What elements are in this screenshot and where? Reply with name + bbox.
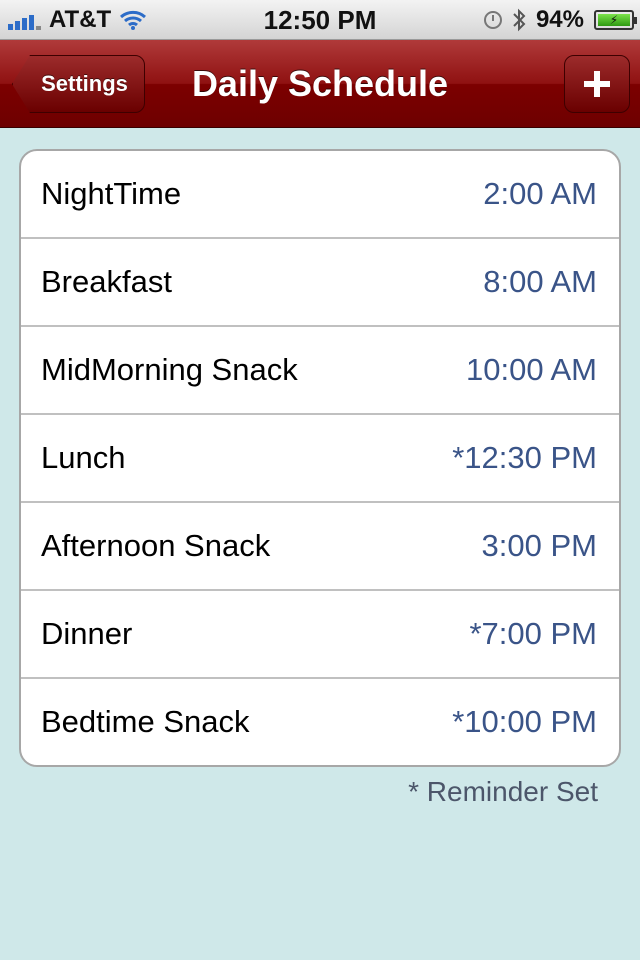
row-label: Dinner [41,616,133,651]
schedule-row-breakfast[interactable]: Breakfast 8:00 AM [21,239,619,327]
alarm-clock-icon [483,11,502,29]
row-label: Breakfast [41,264,172,299]
navigation-bar: Settings Daily Schedule [0,40,640,128]
add-button[interactable] [564,55,630,113]
schedule-row-nighttime[interactable]: NightTime 2:00 AM [21,151,619,239]
battery-percentage: 94% [535,6,584,33]
schedule-row-bedtime-snack[interactable]: Bedtime Snack *10:00 PM [21,679,619,765]
row-label: Afternoon Snack [41,528,271,563]
schedule-list: NightTime 2:00 AM Breakfast 8:00 AM MidM… [19,149,621,767]
schedule-row-afternoon-snack[interactable]: Afternoon Snack 3:00 PM [21,503,619,591]
row-time: *10:00 PM [452,704,597,739]
row-label: Bedtime Snack [41,704,250,739]
schedule-row-dinner[interactable]: Dinner *7:00 PM [21,591,619,679]
row-time: 3:00 PM [481,528,597,563]
back-button-label: Settings [41,71,128,96]
status-indicators: 94% ⚡ [483,0,637,40]
plus-icon [584,71,610,97]
reminder-footnote: * Reminder Set [408,776,598,807]
row-label: Lunch [41,440,126,475]
row-time: 10:00 AM [466,352,597,387]
settings-back-button[interactable]: Settings [12,55,145,113]
charging-bolt-icon: ⚡ [598,14,630,26]
status-time: 12:50 PM [263,4,377,35]
battery-icon: ⚡ [594,10,637,30]
status-bar: AT&T 12:50 PM 94% ⚡ [0,0,640,40]
row-time: *12:30 PM [452,440,597,475]
row-time: 8:00 AM [483,264,597,299]
page-title: Daily Schedule [191,63,449,104]
bluetooth-icon [513,8,526,32]
schedule-row-lunch[interactable]: Lunch *12:30 PM [21,415,619,503]
row-label: MidMorning Snack [41,352,298,387]
row-time: 2:00 AM [483,176,597,211]
row-time: *7:00 PM [469,616,597,651]
row-label: NightTime [41,176,182,211]
schedule-row-midmorning-snack[interactable]: MidMorning Snack 10:00 AM [21,327,619,415]
